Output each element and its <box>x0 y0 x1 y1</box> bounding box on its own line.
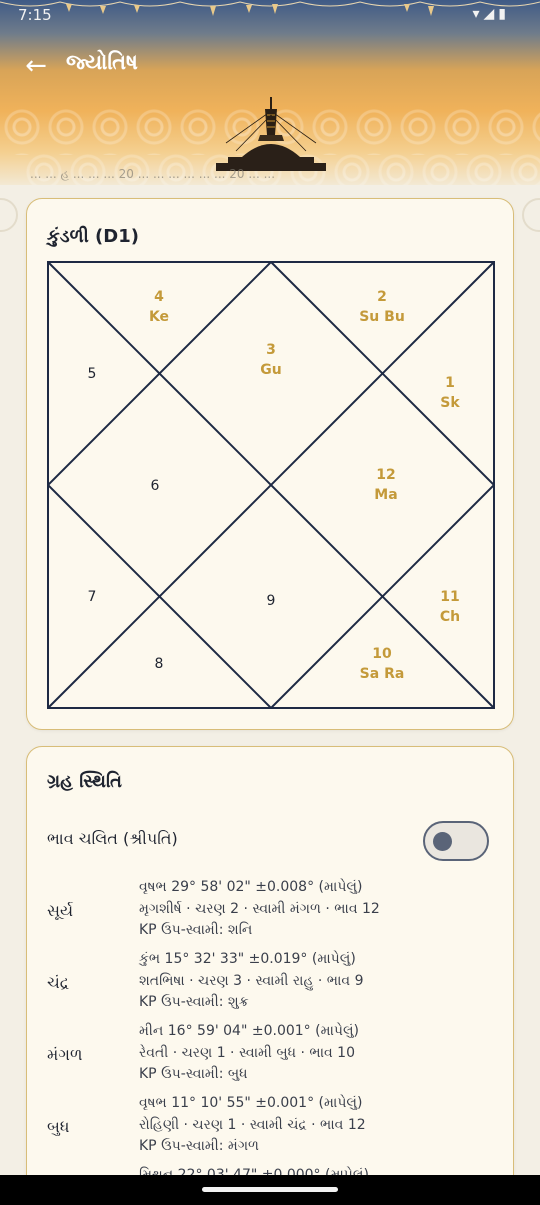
house-number: 1 <box>445 375 455 391</box>
bhava-chalit-toggle[interactable] <box>423 821 489 861</box>
planet-position: વૃષભ 11° 10' 55" ±0.001° (માપેલું) <box>139 1095 363 1111</box>
kundali-card: કુંડળી (D1) 4 Ke 2 Su Bu 3 Gu 1 Sk 5 6 12 Ma 7 9 11 Ch 8… <box>26 198 514 730</box>
planet-row[interactable]: ચંદ્ર કુંભ 15° 32' 33" ±0.019° (માપેલું)… <box>27 949 515 1021</box>
bhava-chalit-label: ભાવ ચલિત (શ્રીપતિ) <box>47 829 178 848</box>
house-number: 4 <box>154 289 164 305</box>
planet-kp-sublord: KP ઉપ-સ્વામી: શનિ <box>139 922 253 938</box>
planet-name: બુધ <box>47 1117 70 1136</box>
planet-name: ચંદ્ર <box>47 973 70 992</box>
planet-nakshatra: રેવતી · ચરણ 1 · સ્વામી બુધ · ભાવ 10 <box>139 1044 355 1061</box>
house-number: 11 <box>440 589 459 605</box>
graha-card: ગ્રહ સ્થિતિ ભાવ ચલિત (શ્રીપતિ) સૂર્ય વૃષ… <box>26 746 514 1205</box>
graha-title: ગ્રહ સ્થિતિ <box>47 771 122 792</box>
planet-position: વૃષભ 29° 58' 02" ±0.008° (માપેલું) <box>139 879 363 895</box>
kundali-chart: 4 Ke 2 Su Bu 3 Gu 1 Sk 5 6 12 Ma 7 9 11 Ch 8 10 Sa Ra <box>47 261 495 709</box>
house-number: 10 <box>372 646 392 662</box>
planet-nakshatra: રોહિણી · ચરણ 1 · સ્વામી ચંદ્ર · ભાવ 12 <box>139 1116 366 1133</box>
planet-row[interactable]: બુધ વૃષભ 11° 10' 55" ±0.001° (માપેલું) ર… <box>27 1093 515 1165</box>
planet-kp-sublord: KP ઉપ-સ્વામી: બુધ <box>139 1066 248 1082</box>
house-number: 6 <box>151 478 160 494</box>
planet-name: સૂર્ય <box>47 901 74 920</box>
system-icons: ▾◢▮ <box>472 6 510 22</box>
house-number: 5 <box>88 366 97 382</box>
house-planets: Gu <box>260 362 281 378</box>
house-number: 7 <box>88 589 97 605</box>
planet-kp-sublord: KP ઉપ-સ્વામી: મંગળ <box>139 1138 259 1154</box>
planet-position: મીન 16° 59' 04" ±0.001° (માપેલું) <box>139 1023 360 1039</box>
planet-row[interactable]: સૂર્ય વૃષભ 29° 58' 02" ±0.008° (માપેલું)… <box>27 877 515 949</box>
planet-nakshatra: શતભિષા · ચરણ 3 · સ્વામી રાહુ · ભાવ 9 <box>139 972 364 989</box>
planet-nakshatra: મૃગશીર્ષ · ચરણ 2 · સ્વામી મંગળ · ભાવ 12 <box>139 900 380 917</box>
house-planets: Sa Ra <box>360 666 405 682</box>
status-bar: 7:15 ▾◢▮ <box>0 0 540 32</box>
stupa-icon <box>216 97 326 171</box>
scrolled-text: ... ... હ ... ... ... 20 ... ... ... ...… <box>30 167 276 181</box>
house-planets: Sk <box>440 395 460 411</box>
house-number: 2 <box>377 289 387 305</box>
planet-name: મંગળ <box>47 1045 83 1064</box>
home-handle[interactable] <box>202 1187 338 1192</box>
house-planets: Ch <box>440 609 460 625</box>
system-nav-bar <box>0 1175 540 1205</box>
house-number: 9 <box>267 593 276 609</box>
planet-position: કુંભ 15° 32' 33" ±0.019° (માપેલું) <box>139 951 356 967</box>
toggle-knob <box>433 831 452 851</box>
house-planets: Ma <box>374 487 397 503</box>
house-number: 3 <box>266 342 276 358</box>
house-planets: Su Bu <box>359 309 405 325</box>
app-header: 7:15 ▾◢▮ ← જ્યોતિષ ... ... હ ... ... ...… <box>0 0 540 185</box>
page-title: જ્યોતિષ <box>66 50 138 74</box>
side-ornament <box>522 198 540 232</box>
planet-kp-sublord: KP ઉપ-સ્વામી: શુક્ર <box>139 994 249 1010</box>
house-number: 8 <box>155 656 164 672</box>
kundali-title: કુંડળી (D1) <box>47 226 139 247</box>
back-arrow-icon[interactable]: ← <box>18 48 54 84</box>
status-time: 7:15 <box>18 6 52 24</box>
planet-row[interactable]: મંગળ મીન 16° 59' 04" ±0.001° (માપેલું) ર… <box>27 1021 515 1093</box>
house-number: 12 <box>376 467 395 483</box>
side-ornament <box>0 198 18 232</box>
house-planets: Ke <box>149 309 169 325</box>
